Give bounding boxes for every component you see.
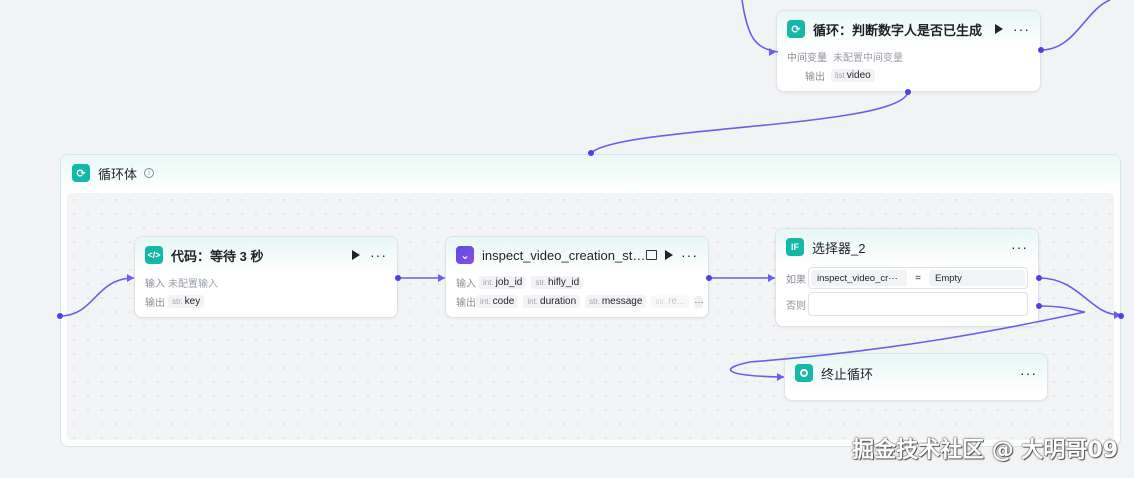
port[interactable] [905,89,911,95]
mid-var-label: 中间变量 [787,53,827,64]
port[interactable] [1038,47,1044,53]
inspect-node[interactable]: ⌄ inspect_video_creation_sta··· ··· 输入 i… [445,236,709,318]
output-name: re... [668,296,686,307]
input-tag: str. hifly_id [531,276,584,289]
input-tag: int. job_id [479,276,527,289]
selector-node[interactable]: IF 选择器_2 ··· 如果 inspect_video_cr··· = Em… [775,228,1039,327]
end-loop-node[interactable]: 终止循环 ··· [784,353,1048,401]
selector-node-header: IF 选择器_2 ··· [776,229,1038,265]
output-name: duration [540,296,577,307]
end-loop-header: 终止循环 ··· [785,354,1047,392]
else-label: 否则 [786,300,806,312]
play-icon[interactable] [665,250,673,260]
output-tag: int. code [476,295,519,308]
input-value: 未配置输入 [168,279,218,290]
mid-var-row: 中间变量 未配置中间变量 [777,47,1040,66]
code-node-header: </> 代码：等待 3 秒 ··· [135,237,397,273]
play-icon[interactable] [995,24,1003,34]
port[interactable] [706,275,712,281]
output-tag: str. message [585,295,647,308]
stop-circle-icon [795,364,813,382]
more-outputs-button[interactable]: ··· [694,295,704,308]
port[interactable] [1036,275,1042,281]
loop-icon: ⟳ [72,164,90,182]
output-type: str. [655,297,667,306]
else-box [808,292,1028,316]
more-icon[interactable]: ··· [681,248,698,262]
inspect-node-header: ⌄ inspect_video_creation_sta··· ··· [446,237,708,273]
loop-body-title: 循环体 [98,166,138,182]
wire-loop-to-body [590,91,909,154]
mid-var-value: 未配置中间变量 [833,53,903,64]
inspect-node-title: inspect_video_creation_sta··· [482,247,646,263]
code-input-row: 输入 未配置输入 [135,273,397,292]
if-row: 如果 inspect_video_cr··· = Empty [776,267,1038,289]
output-label: 输出 [145,298,165,309]
loop-output-row: 输出 list video [777,66,1040,85]
output-tag: list video [831,69,875,82]
output-type: str. [172,297,183,306]
store-icon[interactable] [646,250,657,260]
wire-out-loop [1040,0,1111,51]
wire-into-loop [741,0,779,53]
if-icon: IF [786,238,804,256]
more-icon[interactable]: ··· [370,248,387,262]
loop-icon: ⟳ [787,20,805,38]
condition-right[interactable]: Empty [929,270,1025,286]
port[interactable] [588,150,594,156]
output-label: 输出 [805,72,825,83]
watermark: 掘金技术社区 @ 大明哥09 [852,438,1118,463]
input-name: job_id [495,277,523,288]
info-icon[interactable]: i [144,168,155,178]
output-tag: str. key [168,295,205,308]
plugin-icon: ⌄ [456,246,474,264]
output-tag: int. duration [523,295,581,308]
output-name: message [601,296,643,307]
code-output-row: 输出 str. key [135,292,397,311]
condition-operator[interactable]: = [907,273,929,284]
more-icon[interactable]: ··· [1011,240,1028,254]
end-loop-title: 终止循环 [821,366,874,382]
condition-left[interactable]: inspect_video_cr··· [811,270,907,286]
port[interactable] [1036,303,1042,309]
loop-node-title: 循环：判断数字人是否已生成 [813,22,983,38]
loop-node[interactable]: ⟳ 循环：判断数字人是否已生成 ··· 中间变量 未配置中间变量 输出 list… [776,10,1041,92]
output-type: int. [480,297,491,306]
input-label: 输入 [456,279,476,290]
input-type: str. [535,278,547,287]
code-icon: </> [145,246,163,264]
loop-node-header: ⟳ 循环：判断数字人是否已生成 ··· [777,11,1040,47]
more-icon[interactable]: ··· [1020,366,1037,380]
inspect-output-row: 输出 int. code int. duration str. message … [446,292,708,311]
input-label: 输入 [145,279,165,290]
output-type: int. [527,297,539,306]
more-icon[interactable]: ··· [1013,22,1030,36]
input-name: hifly_id [548,277,580,288]
code-node[interactable]: </> 代码：等待 3 秒 ··· 输入 未配置输入 输出 str. key [134,236,398,318]
inspect-input-row: 输入 int. job_id str. hifly_id [446,273,708,292]
output-tag: str. re... [651,295,690,308]
port[interactable] [57,313,63,319]
loop-body-header: ⟳ 循环体 i [61,155,1120,191]
port[interactable] [395,275,401,281]
output-type: list [835,71,845,80]
workflow-canvas[interactable]: ⟳ 循环体 i ⟳ 循环：判断数字人是否已生成 ··· 中间变量 未配置中间变量… [0,0,1134,478]
output-name: video [846,70,871,81]
input-type: int. [483,278,494,287]
else-row: 否则 [776,292,1038,316]
play-icon[interactable] [352,250,360,260]
if-label: 如果 [786,274,806,286]
output-name: key [184,296,201,307]
output-type: str. [589,297,600,306]
selector-node-title: 选择器_2 [812,240,866,256]
port[interactable] [1118,313,1124,319]
output-label: 输出 [456,298,476,309]
condition-box[interactable]: inspect_video_cr··· = Empty [808,267,1028,289]
code-node-title: 代码：等待 3 秒 [171,248,264,264]
output-name: code [492,296,515,307]
